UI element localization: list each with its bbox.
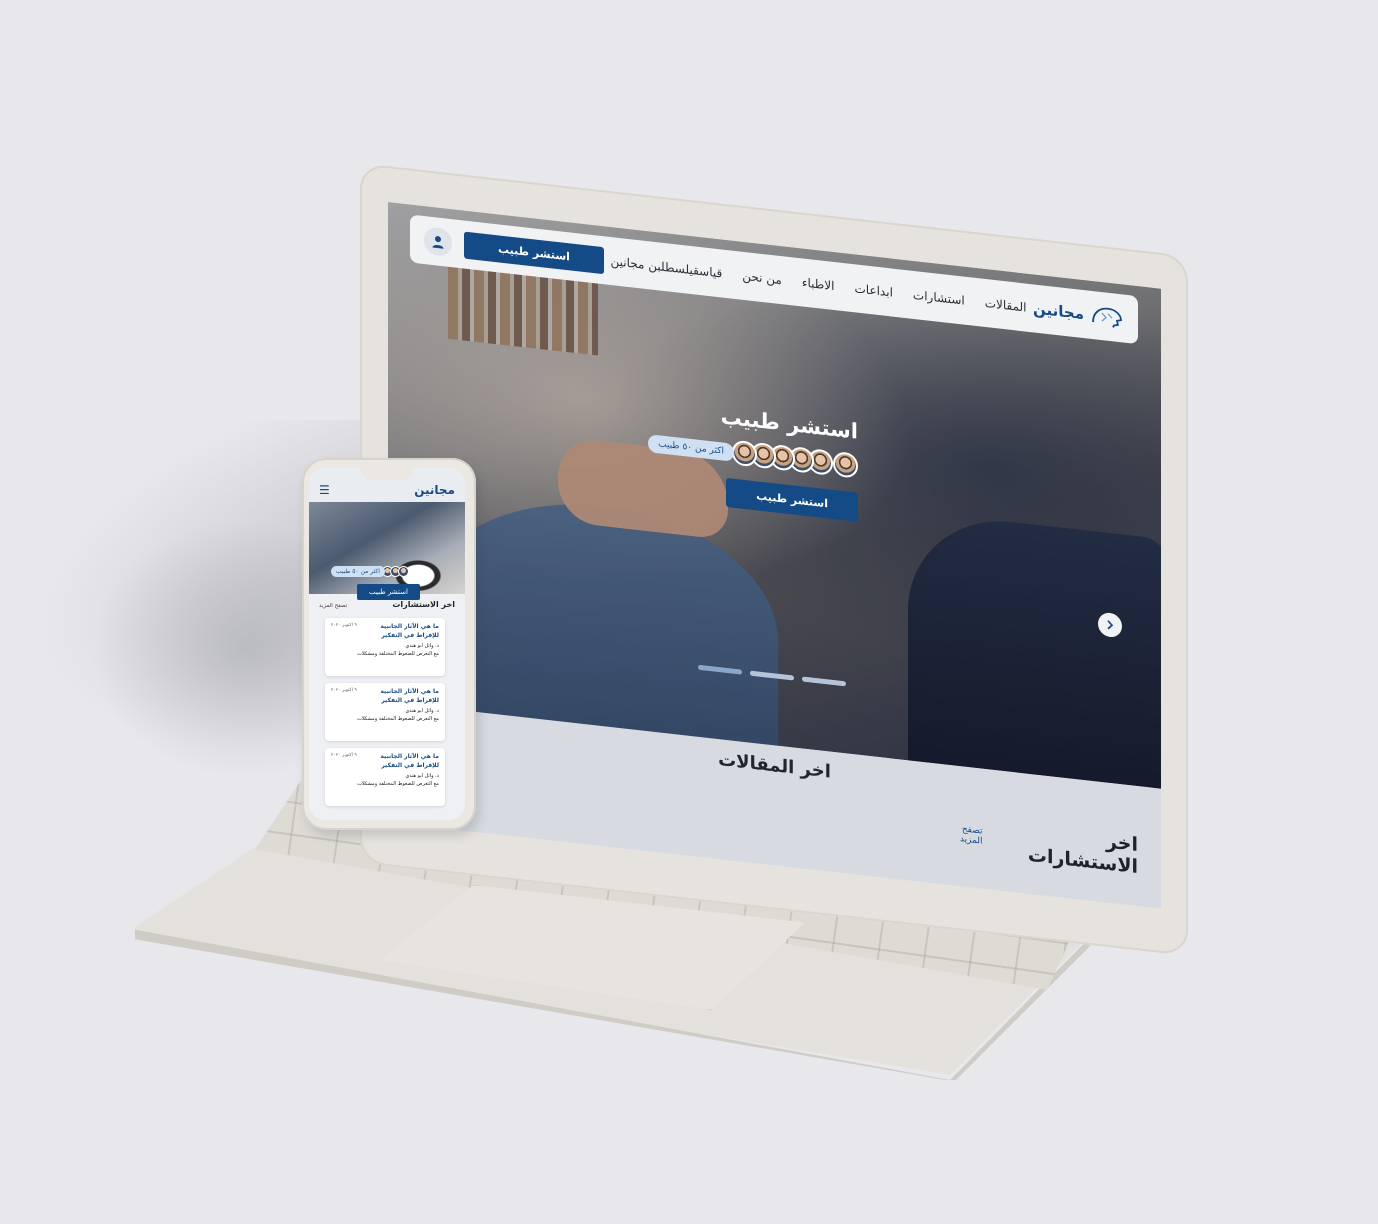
card-description: مع التعرض للضغوط المختلفة ومشكلات bbox=[357, 651, 439, 658]
consultation-card[interactable]: ما هي الآثار الجانبية للإفراط في التفكير… bbox=[325, 683, 445, 741]
nav-link-measures[interactable]: قياسقيلسطلبن مجانين bbox=[610, 254, 722, 281]
card-date: ٩ اكتوبر ٢٠٢٠ bbox=[331, 753, 357, 758]
card-description: مع التعرض للضغوط المختلفة ومشكلات bbox=[357, 716, 439, 723]
browse-more-link[interactable]: تصفح المزيد bbox=[938, 822, 983, 846]
brain-profile-logo-icon bbox=[1092, 307, 1122, 328]
doctors-count-badge: اكثر من ٥٠ طبيب bbox=[648, 433, 734, 462]
phone-consult-button[interactable]: استشر طبيب bbox=[357, 584, 420, 600]
phone-logo[interactable]: مجانين bbox=[414, 483, 455, 497]
card-question: ما هي الآثار الجانبية للإفراط في التفكير bbox=[380, 623, 439, 639]
card-author: د. وائل ابو هندي bbox=[405, 708, 439, 715]
phone-browse-more-link[interactable]: تصفح المزيد bbox=[319, 603, 347, 609]
doctor-avatar bbox=[833, 450, 858, 479]
phone-consultations-title: اخر الاستشارات bbox=[392, 600, 455, 609]
card-author: د. وائل ابو هندي bbox=[405, 773, 439, 780]
chevron-right-icon bbox=[1107, 620, 1114, 630]
consultation-card[interactable]: ما هي الآثار الجانبية للإفراط في التفكير… bbox=[325, 618, 445, 676]
user-icon bbox=[432, 236, 444, 249]
consultation-card[interactable]: ما هي الآثار الجانبية للإفراط في التفكير… bbox=[325, 748, 445, 806]
nav-link-articles[interactable]: المقالات bbox=[985, 296, 1027, 315]
laptop-screen: مجانين المقالات استشارات ابداعات الاطباء… bbox=[388, 202, 1161, 909]
consultations-title: اخر الاستشارات bbox=[1027, 830, 1138, 879]
site-logo[interactable]: مجانين bbox=[1033, 297, 1124, 329]
card-top: ما هي الآثار الجانبية للإفراط في التفكير… bbox=[331, 753, 439, 770]
hamburger-menu-icon[interactable]: ☰ bbox=[319, 483, 330, 497]
nav-link-about[interactable]: من نحن bbox=[742, 269, 782, 287]
mockup-scene: مجانين المقالات استشارات ابداعات الاطباء… bbox=[0, 0, 1378, 1224]
phone-notch bbox=[361, 468, 413, 480]
phone-screen: ☰ مجانين اكثر من ٥٠ طبيب استشر طبيب اخر … bbox=[309, 468, 465, 820]
phone-hero-image: اكثر من ٥٠ طبيب استشر طبيب bbox=[309, 502, 465, 600]
card-description: مع التعرض للضغوط المختلفة ومشكلات bbox=[357, 781, 439, 788]
card-date: ٩ اكتوبر ٢٠٢٠ bbox=[331, 623, 357, 628]
card-top: ما هي الآثار الجانبية للإفراط في التفكير… bbox=[331, 688, 439, 705]
phone-doctors-badge: اكثر من ٥٠ طبيب bbox=[331, 566, 385, 577]
phone-consultations-header: اخر الاستشارات تصفح المزيد bbox=[319, 600, 455, 609]
card-date: ٩ اكتوبر ٢٠٢٠ bbox=[331, 688, 357, 693]
card-question: ما هي الآثار الجانبية للإفراط في التفكير bbox=[380, 753, 439, 769]
user-avatar[interactable] bbox=[424, 226, 453, 258]
consult-doctor-button[interactable]: استشر طبيب bbox=[464, 231, 604, 274]
logo-text: مجانين bbox=[1033, 299, 1084, 324]
nav-link-consultations[interactable]: استشارات bbox=[913, 288, 965, 308]
nav-actions: استشر طبيب bbox=[424, 226, 604, 274]
nav-link-doctors[interactable]: الاطباء bbox=[802, 275, 835, 293]
nav-link-creations[interactable]: ابداعات bbox=[854, 281, 892, 299]
card-author: د. وائل ابو هندي bbox=[405, 643, 439, 650]
card-top: ما هي الآثار الجانبية للإفراط في التفكير… bbox=[331, 623, 439, 640]
doctor-avatar bbox=[732, 439, 757, 468]
card-question: ما هي الآثار الجانبية للإفراط في التفكير bbox=[380, 688, 439, 704]
doctor-avatar bbox=[398, 566, 409, 577]
consultations-header: اخر الاستشارات تصفح المزيد bbox=[938, 812, 1138, 878]
